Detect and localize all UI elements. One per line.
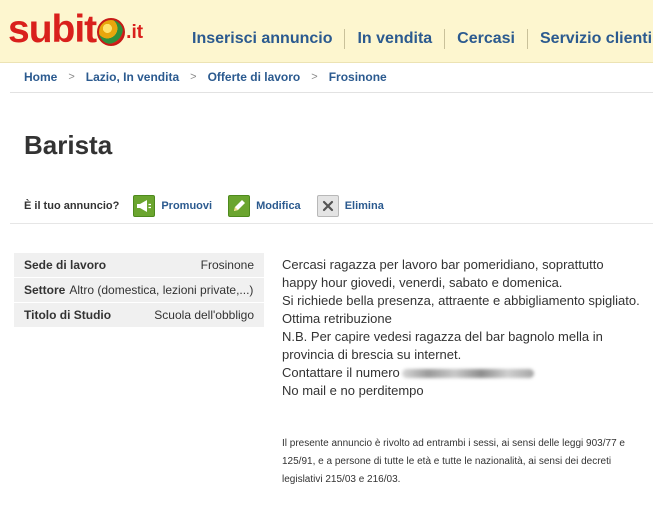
delete-button[interactable]: Elimina	[316, 195, 384, 217]
breadcrumb-arrow-icon: >	[311, 71, 318, 83]
breadcrumb-arrow-icon: >	[190, 71, 197, 83]
closing-line: No mail e no perditempo	[282, 383, 424, 398]
detail-value: Scuola dell'obbligo	[154, 308, 254, 322]
detail-value: Altro (domestica, lezioni private,...)	[69, 283, 254, 297]
nav-customer-service[interactable]: Servizio clienti	[528, 30, 653, 48]
breadcrumb-arrow-icon: >	[68, 71, 75, 83]
legal-disclaimer: Il presente annuncio è rivolto ad entram…	[282, 438, 625, 485]
promote-label: Promuovi	[161, 200, 213, 212]
nav-for-sale[interactable]: In vendita	[345, 30, 444, 48]
main-nav: Inserisci annuncio In vendita Cercasi Se…	[180, 29, 653, 49]
edit-label: Modifica	[256, 200, 301, 212]
logo-word: subit	[8, 8, 97, 51]
site-header: subit .it Inserisci annuncio In vendita …	[0, 0, 653, 63]
detail-key: Settore	[24, 283, 66, 297]
contact-line: Contattare il numero	[282, 364, 642, 382]
nav-post-ad[interactable]: Inserisci annuncio	[180, 30, 344, 48]
detail-key: Sede di lavoro	[24, 258, 107, 272]
description-line: Si richiede bella presenza, attraente e …	[282, 293, 640, 308]
detail-value: Frosinone	[200, 258, 254, 272]
detail-row-education: Titolo di Studio Scuola dell'obbligo	[14, 303, 264, 328]
ad-title: Barista	[24, 130, 113, 160]
breadcrumb-region[interactable]: Lazio, In vendita	[86, 70, 179, 84]
contact-label: Contattare il numero	[282, 365, 400, 380]
logo-tld: .it	[126, 22, 144, 43]
ad-description: Cercasi ragazza per lavoro bar pomeridia…	[282, 256, 642, 400]
edit-button[interactable]: Modifica	[228, 195, 301, 217]
nav-wanted[interactable]: Cercasi	[445, 30, 527, 48]
redacted-phone-number	[401, 369, 534, 379]
promote-button[interactable]: Promuovi	[133, 195, 212, 217]
detail-row-location: Sede di lavoro Frosinone	[14, 253, 264, 278]
megaphone-icon	[133, 195, 156, 217]
detail-key: Titolo di Studio	[24, 308, 112, 322]
ad-owner-actions: È il tuo annuncio? Promuovi Modifica Eli…	[24, 195, 400, 217]
description-line: Cercasi ragazza per lavoro bar pomeridia…	[282, 257, 604, 290]
description-line: N.B. Per capire vedesi ragazza del bar b…	[282, 329, 603, 362]
breadcrumb-bar: Home > Lazio, In vendita > Offerte di la…	[10, 63, 653, 93]
site-logo[interactable]: subit .it	[8, 10, 143, 50]
close-icon	[316, 195, 339, 217]
breadcrumb-category[interactable]: Offerte di lavoro	[208, 70, 301, 84]
breadcrumb: Home > Lazio, In vendita > Offerte di la…	[24, 70, 387, 84]
breadcrumb-city[interactable]: Frosinone	[329, 70, 387, 84]
delete-label: Elimina	[344, 200, 384, 212]
section-divider	[10, 223, 653, 224]
breadcrumb-home[interactable]: Home	[24, 70, 57, 84]
detail-row-sector: Settore Altro (domestica, lezioni privat…	[14, 278, 264, 303]
pencil-icon	[228, 195, 251, 217]
ad-details-table: Sede di lavoro Frosinone Settore Altro (…	[14, 253, 264, 328]
owner-question: È il tuo annuncio?	[24, 200, 120, 212]
description-line: Ottima retribuzione	[282, 311, 392, 326]
logo-ball-icon	[97, 18, 126, 46]
